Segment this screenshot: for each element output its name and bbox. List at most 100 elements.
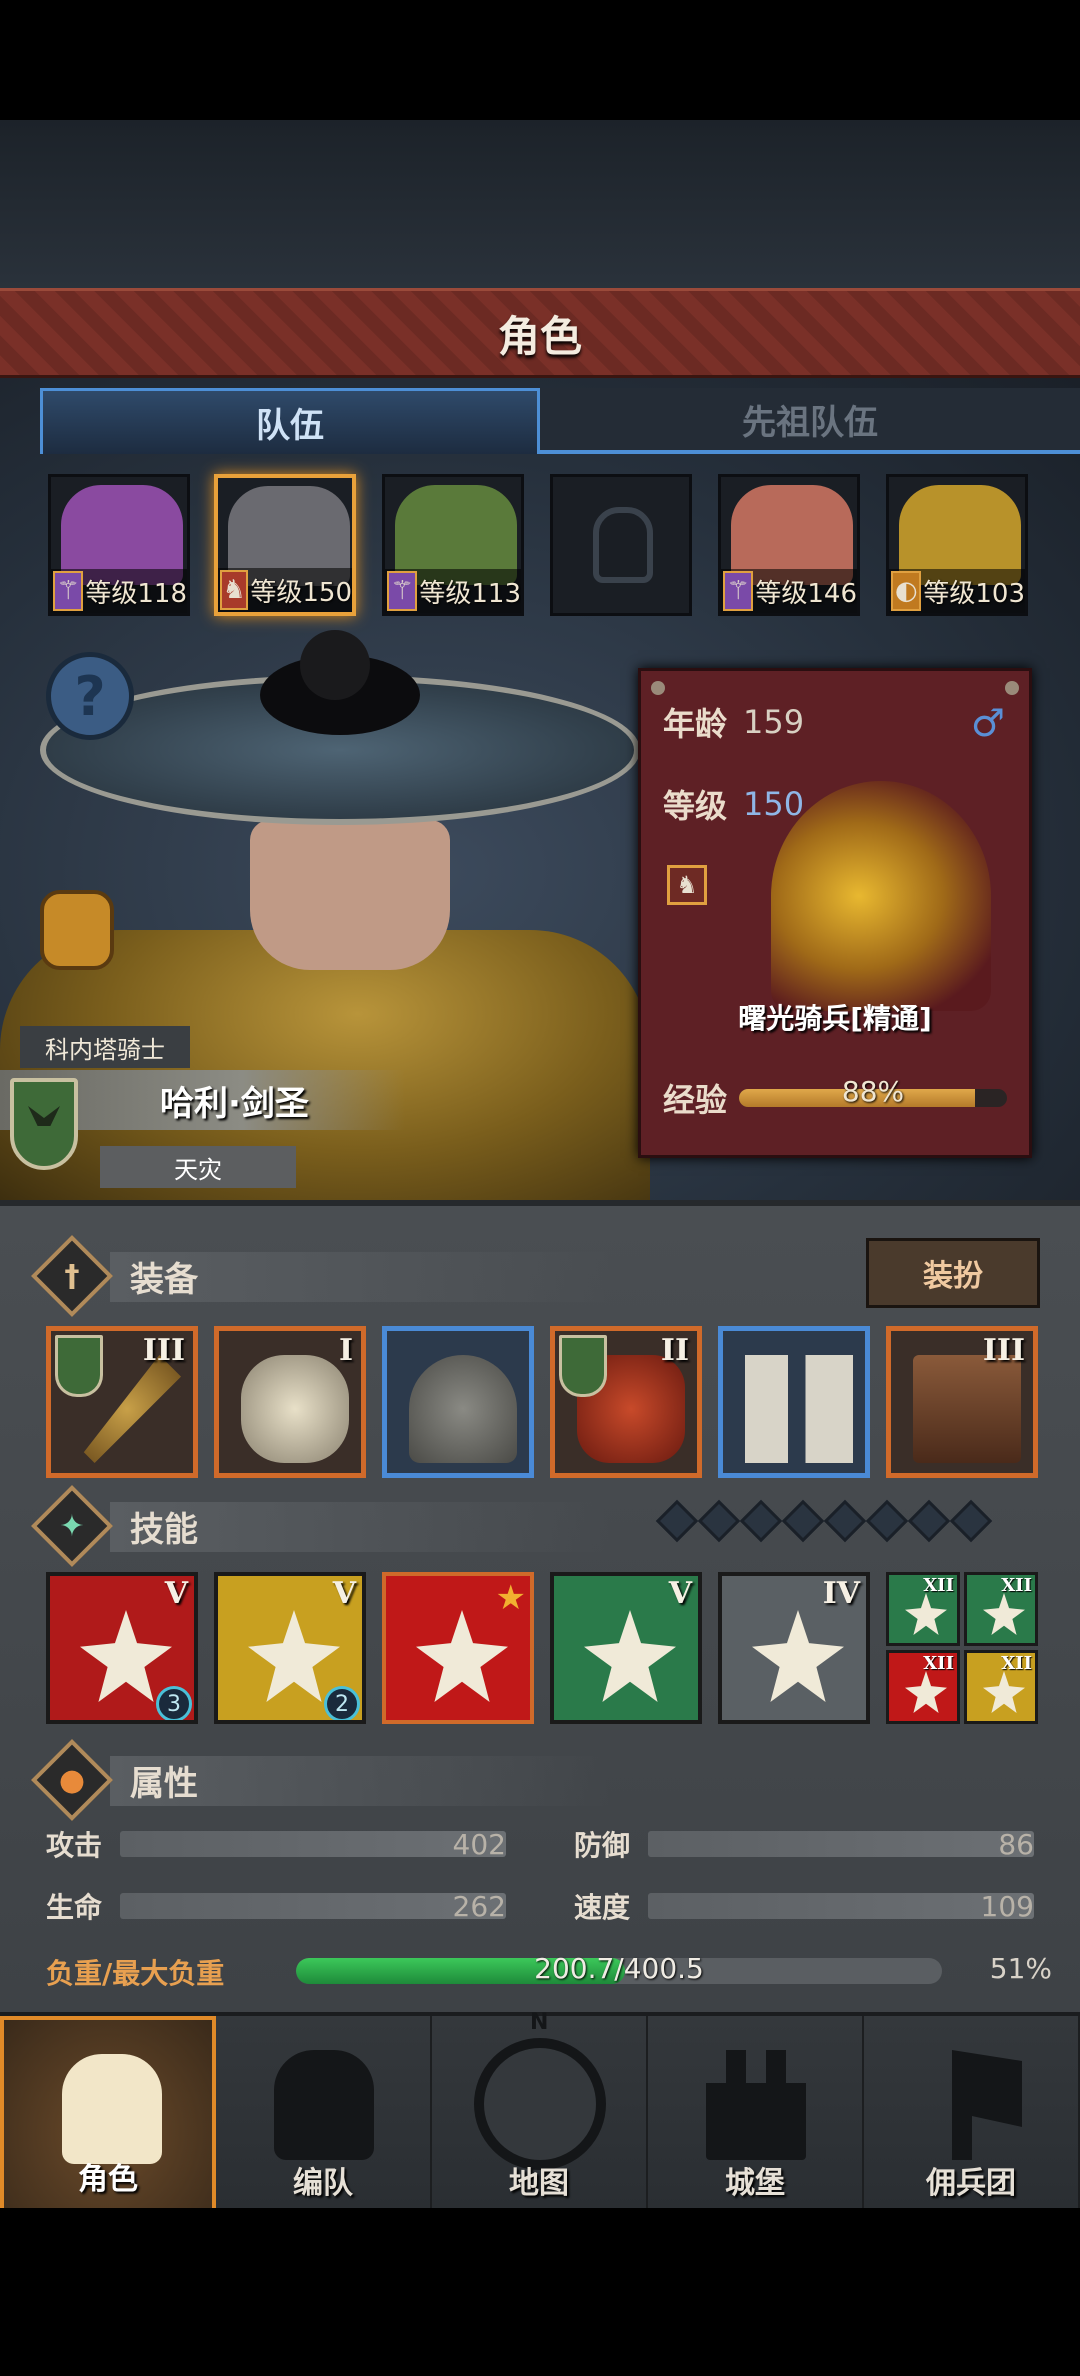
party-member-2[interactable]: ♞ 等级150	[214, 474, 356, 616]
skills-header: ✦ 技能	[36, 1490, 198, 1562]
skill-slot-3[interactable]: ★	[382, 1572, 534, 1724]
party-member-3[interactable]: ⚚ 等级113	[382, 474, 524, 616]
page-title: 角色	[497, 311, 582, 361]
tab-ancestor-team[interactable]: 先祖队伍	[540, 388, 1080, 454]
staff-icon: ⚚	[387, 571, 418, 611]
party-level: 等级150	[250, 577, 352, 608]
hero-info-card: 年龄 159 ♂ 等级 150 ♞ 曙光骑兵[精通] 经验 88%	[638, 668, 1032, 1158]
stat-value: 109	[980, 1889, 1034, 1923]
shield-icon	[241, 1355, 349, 1463]
attributes-title: 属性	[130, 1763, 198, 1804]
equipment-slot-helmet[interactable]	[382, 1326, 534, 1478]
passive-skill-2[interactable]: XII	[964, 1572, 1038, 1646]
dress-up-label: 装扮	[923, 1259, 983, 1294]
tab-team-label: 队伍	[256, 406, 324, 446]
equipment-slot-weapon[interactable]: III	[46, 1326, 198, 1478]
equipment-slot-armor[interactable]: II	[550, 1326, 702, 1478]
skill-pip	[907, 1499, 951, 1543]
nav-castle[interactable]: 城堡	[648, 2016, 864, 2212]
skill-pip	[655, 1499, 699, 1543]
skill-slot-1[interactable]: V 3	[46, 1572, 198, 1724]
passive-skill-3[interactable]: XII	[886, 1650, 960, 1724]
knight-icon	[62, 2054, 162, 2164]
age-value: 159	[743, 703, 805, 741]
helmet-icon	[409, 1355, 517, 1463]
nav-map[interactable]: N 地图	[432, 2010, 648, 2212]
stat-track	[120, 1831, 506, 1857]
exp-row: 经验	[663, 1075, 743, 1121]
shield-icon	[983, 1671, 1025, 1713]
hero-faction-text: 天灾	[174, 1155, 222, 1184]
equipment-slot-book[interactable]: III	[886, 1326, 1038, 1478]
skill-slot-2[interactable]: V 2	[214, 1572, 366, 1724]
equipment-tier: III	[982, 1333, 1025, 1368]
stat-speed: 速度 109	[574, 1886, 1034, 1926]
party-member-6[interactable]: ◐ 等级103	[886, 474, 1028, 616]
equipment-header: † 装备	[36, 1240, 199, 1312]
party-level: 等级118	[85, 578, 187, 609]
hero-name: 哈利·剑圣	[160, 1083, 309, 1124]
party-level-bar: ⚚ 等级118	[51, 569, 187, 613]
shield-icon: ◐	[891, 571, 922, 611]
stat-value: 402	[452, 1827, 506, 1861]
faction-shield-icon	[10, 1078, 78, 1170]
potion-flask-icon[interactable]	[40, 890, 114, 970]
question-icon: ?	[74, 664, 106, 728]
equipment-title: 装备	[130, 1259, 198, 1300]
party-level: 等级113	[419, 578, 521, 609]
empty-helmet-icon	[593, 507, 653, 583]
help-button[interactable]: ?	[46, 652, 134, 740]
equipment-tier: III	[142, 1333, 185, 1368]
equipment-slot-boots[interactable]	[718, 1326, 870, 1478]
star-badge-icon: ★	[495, 1578, 526, 1618]
person-icon: ●	[36, 1744, 108, 1816]
weight-percent: 51%	[989, 1952, 1052, 1985]
passive-skill-1[interactable]: XII	[886, 1572, 960, 1646]
nav-mercenary[interactable]: 佣兵团	[864, 2016, 1080, 2212]
party-member-5[interactable]: ⚚ 等级146	[718, 474, 860, 616]
skill-charge-badge: 2	[324, 1686, 360, 1720]
horse-icon: ♞	[220, 570, 249, 610]
class-name: 曙光骑兵[精通]	[738, 1002, 932, 1035]
nav-character[interactable]: 角色	[0, 2016, 216, 2212]
stat-value: 86	[998, 1827, 1034, 1861]
skill-slot-4[interactable]: V	[550, 1572, 702, 1724]
party-level-bar: ♞ 等级150	[218, 568, 352, 612]
nav-label: 城堡	[725, 2166, 785, 2201]
party-level-bar: ⚚ 等级146	[721, 569, 857, 613]
party-level-bar: ⚚ 等级113	[385, 569, 521, 613]
hero-face	[250, 820, 450, 970]
class-mount-art[interactable]	[771, 781, 991, 1011]
skill-pip	[739, 1499, 783, 1543]
staff-icon: ⚚	[723, 571, 754, 611]
horse-icon: ♞	[667, 865, 707, 905]
passive-skill-4[interactable]: XII	[964, 1650, 1038, 1724]
skill-slot-5[interactable]: IV	[718, 1572, 870, 1724]
skill-tier: V	[668, 1576, 692, 1611]
hero-rank-text: 科内塔骑士	[45, 1035, 165, 1064]
skill-pip	[949, 1499, 993, 1543]
tab-team[interactable]: 队伍	[40, 388, 540, 454]
faction-flag-icon	[55, 1335, 103, 1397]
party-level-bar: ◐ 等级103	[889, 569, 1025, 613]
star-icon: ✦	[36, 1490, 108, 1562]
card-rivet	[1005, 681, 1019, 695]
hero-faction: 天灾	[100, 1146, 296, 1188]
slash-icon	[80, 1610, 172, 1702]
equipment-slot-shield[interactable]: I	[214, 1326, 366, 1478]
bottom-blank	[0, 2208, 1080, 2376]
dress-up-button[interactable]: 装扮	[866, 1238, 1040, 1308]
stat-value: 262	[452, 1889, 506, 1923]
crystal-icon	[752, 1610, 844, 1702]
male-icon: ♂	[970, 701, 1005, 745]
party-member-1[interactable]: ⚚ 等级118	[48, 474, 190, 616]
boots-icon	[745, 1355, 853, 1463]
hero-rank: 科内塔骑士	[20, 1026, 190, 1068]
staff-icon: ⚚	[53, 571, 84, 611]
party-slot-empty[interactable]	[550, 474, 692, 616]
compass-north: N	[530, 2010, 549, 2035]
skill-tier: XII	[923, 1575, 954, 1596]
nav-formation[interactable]: 编队	[216, 2016, 432, 2212]
equipment-tier: I	[338, 1333, 353, 1368]
nav-label: 编队	[293, 2166, 353, 2201]
